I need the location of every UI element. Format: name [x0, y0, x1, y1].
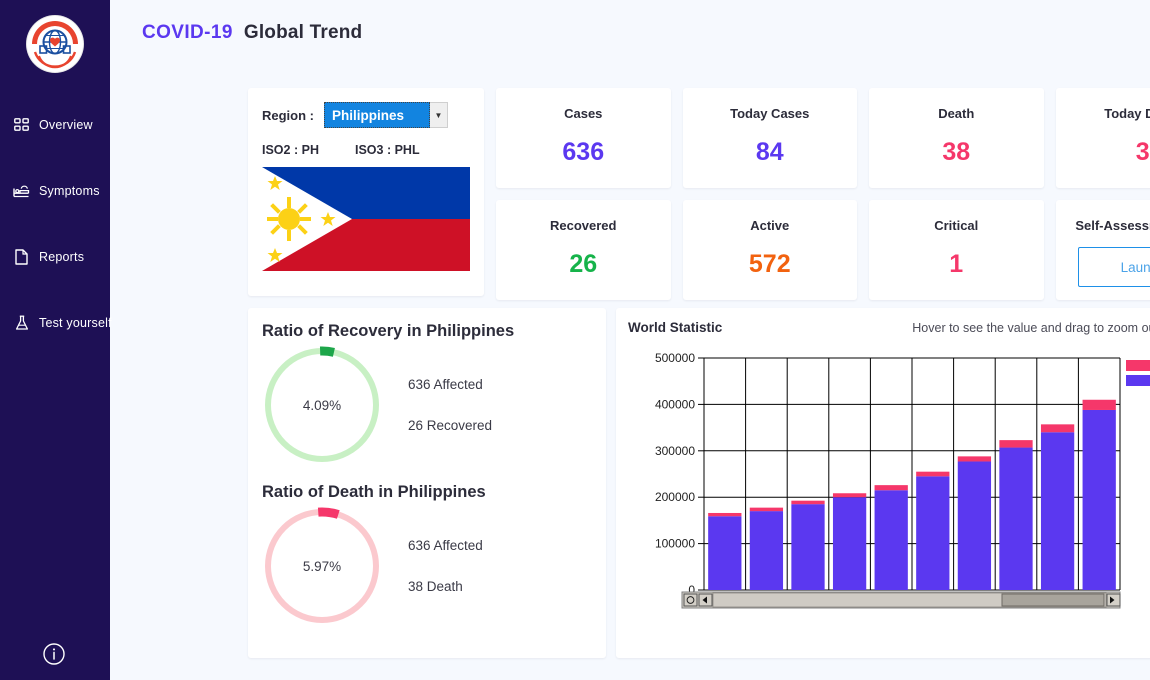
document-icon [13, 249, 30, 266]
chart-header: World Statistic Hover to see the value a… [628, 320, 1150, 335]
legend-swatch-cases [1126, 374, 1150, 386]
svg-text:200000: 200000 [655, 490, 695, 504]
stat-title: Active [750, 218, 790, 233]
death-donut-chart: 5.97% [262, 506, 382, 626]
page-header: COVID-19 Global Trend [110, 0, 1150, 44]
self-assessment-title: Self-Assessment Tool [1075, 218, 1150, 233]
stat-title: Today Cases [730, 106, 810, 121]
sidebar-item-overview[interactable]: Overview [0, 114, 110, 136]
stat-card-active: Active 572 [682, 200, 857, 300]
iso3-label: ISO3 : [354, 143, 392, 157]
recovery-legend: 636 Affected 26 Recovered [408, 377, 492, 433]
main-content: COVID-19 Global Trend Region : Philippin… [110, 0, 1150, 680]
ratio-panel: Ratio of Recovery in Philippines 4.09% 6… [248, 308, 606, 658]
stat-value: 3 [1135, 138, 1150, 166]
sidebar-item-label: Reports [39, 250, 85, 264]
legend-swatch-death [1126, 359, 1150, 371]
flask-icon [13, 315, 30, 332]
stat-value: 26 [569, 250, 598, 278]
recovery-ratio-title: Ratio of Recovery in Philippines [262, 322, 515, 340]
recovery-ratio-body: 4.09% 636 Affected 26 Recovered [262, 345, 606, 465]
legend-item-death: Death [1126, 358, 1150, 372]
death-legend: 636 Affected 38 Death [408, 538, 483, 594]
sidebar-item-test-yourself[interactable]: Test yourself [0, 312, 112, 334]
grid-icon [13, 117, 30, 134]
hospital-bed-icon [13, 183, 30, 200]
stat-card-cases: Cases 636 [496, 88, 671, 188]
stat-card-self-assessment: Self-Assessment Tool Launch [1055, 200, 1150, 300]
iso3-field: ISO3 : PHL [355, 143, 420, 157]
recovery-ratio-block: Ratio of Recovery in Philippines 4.09% 6… [262, 322, 606, 465]
page-title: Global Trend [243, 22, 363, 43]
stats-grid: Cases 636 Today Cases 84 Death 38 Today … [496, 88, 1150, 300]
death-affected: 636 Affected [408, 538, 483, 553]
sidebar-nav: Overview Symptoms Reports Test yourself [0, 114, 112, 334]
chart-title: World Statistic [628, 320, 723, 335]
stat-card-today-cases: Today Cases 84 [682, 88, 857, 188]
svg-text:300000: 300000 [655, 444, 695, 458]
svg-text:500000: 500000 [655, 351, 695, 365]
stat-value: 38 [942, 138, 971, 166]
death-ratio-block: Ratio of Death in Philippines 5.97% 636 … [262, 483, 606, 626]
launch-button[interactable]: Launch [1077, 247, 1150, 287]
sidebar-item-label: Overview [39, 118, 93, 132]
philippines-flag [262, 167, 470, 271]
death-ratio-title: Ratio of Death in Philippines [262, 483, 486, 501]
svg-text:400000: 400000 [655, 397, 695, 411]
sidebar-item-label: Test yourself [39, 316, 112, 330]
recovery-detail: 26 Recovered [408, 418, 493, 433]
stat-title: Death [938, 106, 975, 121]
sidebar-item-symptoms[interactable]: Symptoms [0, 180, 110, 202]
stat-card-death: Death 38 [869, 88, 1044, 188]
stat-card-critical: Critical 1 [869, 200, 1044, 300]
iso2-value: PH [301, 143, 319, 157]
iso-row: ISO2 : PH ISO3 : PHL [262, 143, 470, 157]
cards-area: Region : Philippines ▼ ISO2 : PH ISO3 : … [248, 88, 1150, 300]
recovery-affected: 636 Affected [408, 377, 483, 392]
brand-covid: COVID-19 [142, 22, 233, 43]
region-selector-row: Region : Philippines ▼ [262, 102, 470, 128]
world-statistic-chart[interactable]: 0 100000 200000 300000 400000 500000 [628, 350, 1128, 625]
stat-value: 636 [562, 138, 605, 166]
chevron-down-icon[interactable]: ▼ [430, 102, 448, 128]
panels-area: Ratio of Recovery in Philippines 4.09% 6… [248, 308, 1150, 658]
region-select-value[interactable]: Philippines [324, 102, 430, 128]
info-circle-icon[interactable] [42, 642, 66, 666]
iso2-field: ISO2 : PH [262, 143, 319, 157]
svg-text:100000: 100000 [655, 537, 695, 551]
iso3-value: PHL [394, 143, 420, 157]
death-percent: 5.97% [302, 558, 342, 574]
stat-value: 572 [748, 250, 791, 278]
region-select[interactable]: Philippines ▼ [324, 102, 448, 128]
iso2-label: ISO2 : [262, 143, 299, 157]
recovery-donut-chart: 4.09% [262, 345, 382, 465]
sidebar-item-reports[interactable]: Reports [0, 246, 110, 268]
stat-title: Recovered [550, 218, 617, 233]
recovery-percent: 4.09% [302, 397, 342, 413]
sidebar-item-label: Symptoms [39, 184, 100, 198]
chart-hint: Hover to see the value and drag to zoom … [912, 321, 1150, 335]
stat-card-recovered: Recovered 26 [496, 200, 671, 300]
death-ratio-body: 5.97% 636 Affected 38 Death [262, 506, 606, 626]
stat-title: Critical [934, 218, 979, 233]
stat-title: Cases [564, 106, 603, 121]
region-label: Region : [262, 107, 314, 123]
legend-item-cases: Cases [1126, 373, 1150, 387]
death-detail: 38 Death [408, 579, 463, 594]
sidebar: Overview Symptoms Reports Test yourself [0, 0, 112, 680]
stat-value: 84 [755, 138, 784, 166]
stat-value: 1 [949, 250, 964, 278]
world-statistic-panel: World Statistic Hover to see the value a… [616, 308, 1150, 658]
stat-card-today-death: Today Death 3 [1055, 88, 1150, 188]
chart-legend: Death Cases [1126, 358, 1150, 388]
stat-title: Today Death [1104, 106, 1150, 121]
region-card: Region : Philippines ▼ ISO2 : PH ISO3 : … [248, 88, 484, 296]
stay-home-globe-logo [27, 16, 83, 72]
logo-container [0, 0, 110, 72]
